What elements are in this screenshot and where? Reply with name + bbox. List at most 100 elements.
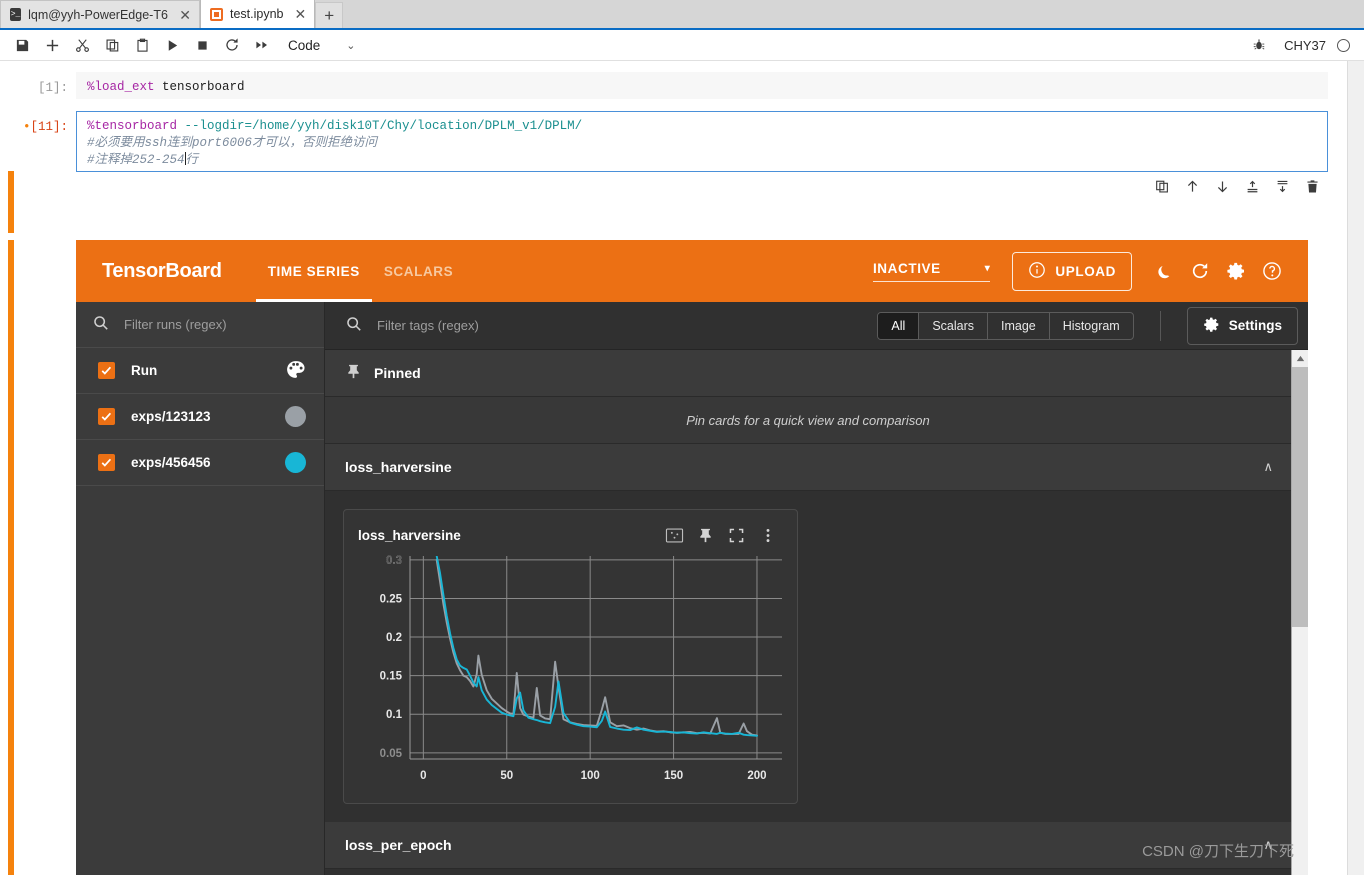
kernel-name[interactable]: CHY37 <box>1284 38 1326 53</box>
section-header-loss-harversine[interactable]: loss_harversine ∧ <box>325 444 1291 491</box>
data-table-icon[interactable] <box>659 522 690 548</box>
restart-kernel-icon[interactable] <box>218 32 246 58</box>
tensorboard-scrollbar[interactable] <box>1291 350 1308 875</box>
scroll-up-arrow[interactable] <box>1292 350 1308 367</box>
code-text: tensorboard <box>154 80 245 94</box>
line-chart[interactable]: 0.05 0.1 0.15 0.2 0.25 0.3 0.3 0 50 100 150 200 <box>358 554 786 789</box>
code-flag: --logdir= <box>177 119 253 133</box>
runs-column-header: Run <box>131 363 158 378</box>
cell-prompt-label: [11]: <box>30 120 68 134</box>
browser-tab-notebook[interactable]: test.ipynb ✕ <box>200 0 316 28</box>
cut-icon[interactable] <box>68 32 96 58</box>
insert-cell-above-icon[interactable] <box>1238 173 1266 199</box>
chart-card-loss-harversine[interactable]: loss_harversine 0.05 0.1 0.15 0.2 0.25 0… <box>343 509 798 804</box>
run-filter-input[interactable]: Filter runs (regex) <box>124 317 227 332</box>
cell-selection-bar <box>8 171 14 233</box>
insert-cell-below-icon[interactable] <box>1268 173 1296 199</box>
section-header-loss-per-epoch[interactable]: loss_per_epoch ∧ <box>325 822 1291 869</box>
tab-time-series[interactable]: TIME SERIES <box>256 240 372 302</box>
scrollbar-track[interactable] <box>1292 627 1308 875</box>
tag-filter-bar: Filter tags (regex) All Scalars Image Hi… <box>325 302 1308 350</box>
run-color-swatch[interactable] <box>285 406 306 427</box>
chevron-up-icon[interactable]: ∧ <box>1263 459 1273 475</box>
tensorboard-tabs: TIME SERIES SCALARS <box>256 240 466 302</box>
svg-text:150: 150 <box>664 770 683 782</box>
stop-kernel-icon[interactable] <box>188 32 216 58</box>
chevron-down-icon: ▾ <box>984 262 991 274</box>
run-name: exps/456456 <box>131 455 211 470</box>
cell-selection-bar <box>8 240 14 875</box>
close-icon[interactable]: ✕ <box>295 7 307 21</box>
code-path: /home/yyh/disk10T/Chy/location/DPLM_v1/D… <box>252 119 583 133</box>
tensorboard-logo: TensorBoard <box>102 259 222 282</box>
pin-icon[interactable] <box>690 522 721 548</box>
code-editor[interactable]: %tensorboard --logdir=/home/yyh/disk10T/… <box>76 111 1328 172</box>
reload-state-value: INACTIVE <box>872 260 941 276</box>
filter-image[interactable]: Image <box>988 312 1050 339</box>
chart-canvas: 0.050.10.150.20.250.30.30 50 100 150 200 <box>380 555 782 782</box>
duplicate-cell-icon[interactable] <box>1148 173 1176 199</box>
svg-text:0.1: 0.1 <box>386 709 403 721</box>
tensorboard-output: TensorBoard TIME SERIES SCALARS INACTIVE… <box>76 240 1308 875</box>
info-circle-icon <box>1028 261 1046 282</box>
save-icon[interactable] <box>8 32 36 58</box>
insert-cell-icon[interactable] <box>38 32 66 58</box>
filter-scalars[interactable]: Scalars <box>919 312 989 339</box>
card-zone: loss_per_epoch <box>325 869 1291 875</box>
dark-mode-icon[interactable] <box>1146 253 1182 289</box>
run-checkbox[interactable] <box>98 454 115 471</box>
card-header: loss_harversine <box>358 522 783 548</box>
settings-label: Settings <box>1228 318 1282 333</box>
code-line: %tensorboard --logdir=/home/yyh/disk10T/… <box>87 118 1317 135</box>
page-scrollbar[interactable] <box>1347 61 1364 875</box>
scrollbar-thumb[interactable] <box>1292 367 1308 627</box>
notebook-cell[interactable]: [1]: %load_ext tensorboard <box>0 72 1364 99</box>
browser-tab-strip: >_ lqm@yyh-PowerEdge-T630: , ✕ test.ipyn… <box>0 0 1364 30</box>
copy-icon[interactable] <box>98 32 126 58</box>
settings-button[interactable]: Settings <box>1186 306 1298 345</box>
gear-icon <box>1203 316 1220 336</box>
upload-label: UPLOAD <box>1055 263 1116 279</box>
reload-state-select[interactable]: INACTIVE ▾ <box>872 260 991 282</box>
run-checkbox[interactable] <box>98 408 115 425</box>
more-vert-icon[interactable] <box>752 522 783 548</box>
tag-filter-input[interactable]: Filter tags (regex) <box>377 318 479 333</box>
run-row[interactable]: exps/456456 <box>76 440 324 486</box>
bug-icon[interactable] <box>1245 32 1273 58</box>
close-icon[interactable]: ✕ <box>179 8 191 22</box>
filter-all[interactable]: All <box>878 312 920 339</box>
color-palette-icon[interactable] <box>285 359 306 383</box>
cell-type-select[interactable]: Code ⌄ <box>288 38 356 53</box>
tab-scalars[interactable]: SCALARS <box>372 240 465 302</box>
move-cell-up-icon[interactable] <box>1178 173 1206 199</box>
gear-icon[interactable] <box>1218 253 1254 289</box>
move-cell-down-icon[interactable] <box>1208 173 1236 199</box>
code-comment-text: 行 <box>185 153 199 167</box>
run-cell-icon[interactable] <box>158 32 186 58</box>
delete-cell-icon[interactable] <box>1298 173 1326 199</box>
filter-histogram[interactable]: Histogram <box>1050 313 1133 339</box>
refresh-icon[interactable] <box>1182 253 1218 289</box>
new-tab-button[interactable]: + <box>315 2 344 28</box>
run-filter-row[interactable]: Filter runs (regex) <box>76 302 324 348</box>
chevron-up-icon[interactable]: ∧ <box>1263 837 1273 853</box>
run-color-swatch[interactable] <box>285 452 306 473</box>
fullscreen-icon[interactable] <box>721 522 752 548</box>
svg-text:0.15: 0.15 <box>380 671 403 683</box>
svg-text:100: 100 <box>581 770 600 782</box>
restart-run-all-icon[interactable] <box>248 32 276 58</box>
cell-type-value: Code <box>288 37 321 53</box>
notebook-icon <box>210 7 223 21</box>
content-scroll-wrapper: Pinned Pin cards for a quick view and co… <box>325 350 1308 875</box>
paste-icon[interactable] <box>128 32 156 58</box>
tensorboard-header: TensorBoard TIME SERIES SCALARS INACTIVE… <box>76 240 1308 302</box>
help-icon[interactable] <box>1254 253 1290 289</box>
browser-tab-terminal[interactable]: >_ lqm@yyh-PowerEdge-T630: , ✕ <box>0 0 200 28</box>
svg-text:0.05: 0.05 <box>380 748 403 760</box>
upload-button[interactable]: UPLOAD <box>1012 251 1132 291</box>
select-all-runs-checkbox[interactable] <box>98 362 115 379</box>
notebook-cell-selected[interactable]: •[11]: %tensorboard --logdir=/home/yyh/d… <box>0 111 1364 172</box>
code-editor[interactable]: %load_ext tensorboard <box>76 72 1328 99</box>
run-row[interactable]: exps/123123 <box>76 394 324 440</box>
kernel-status-area: CHY37 <box>1245 32 1356 58</box>
